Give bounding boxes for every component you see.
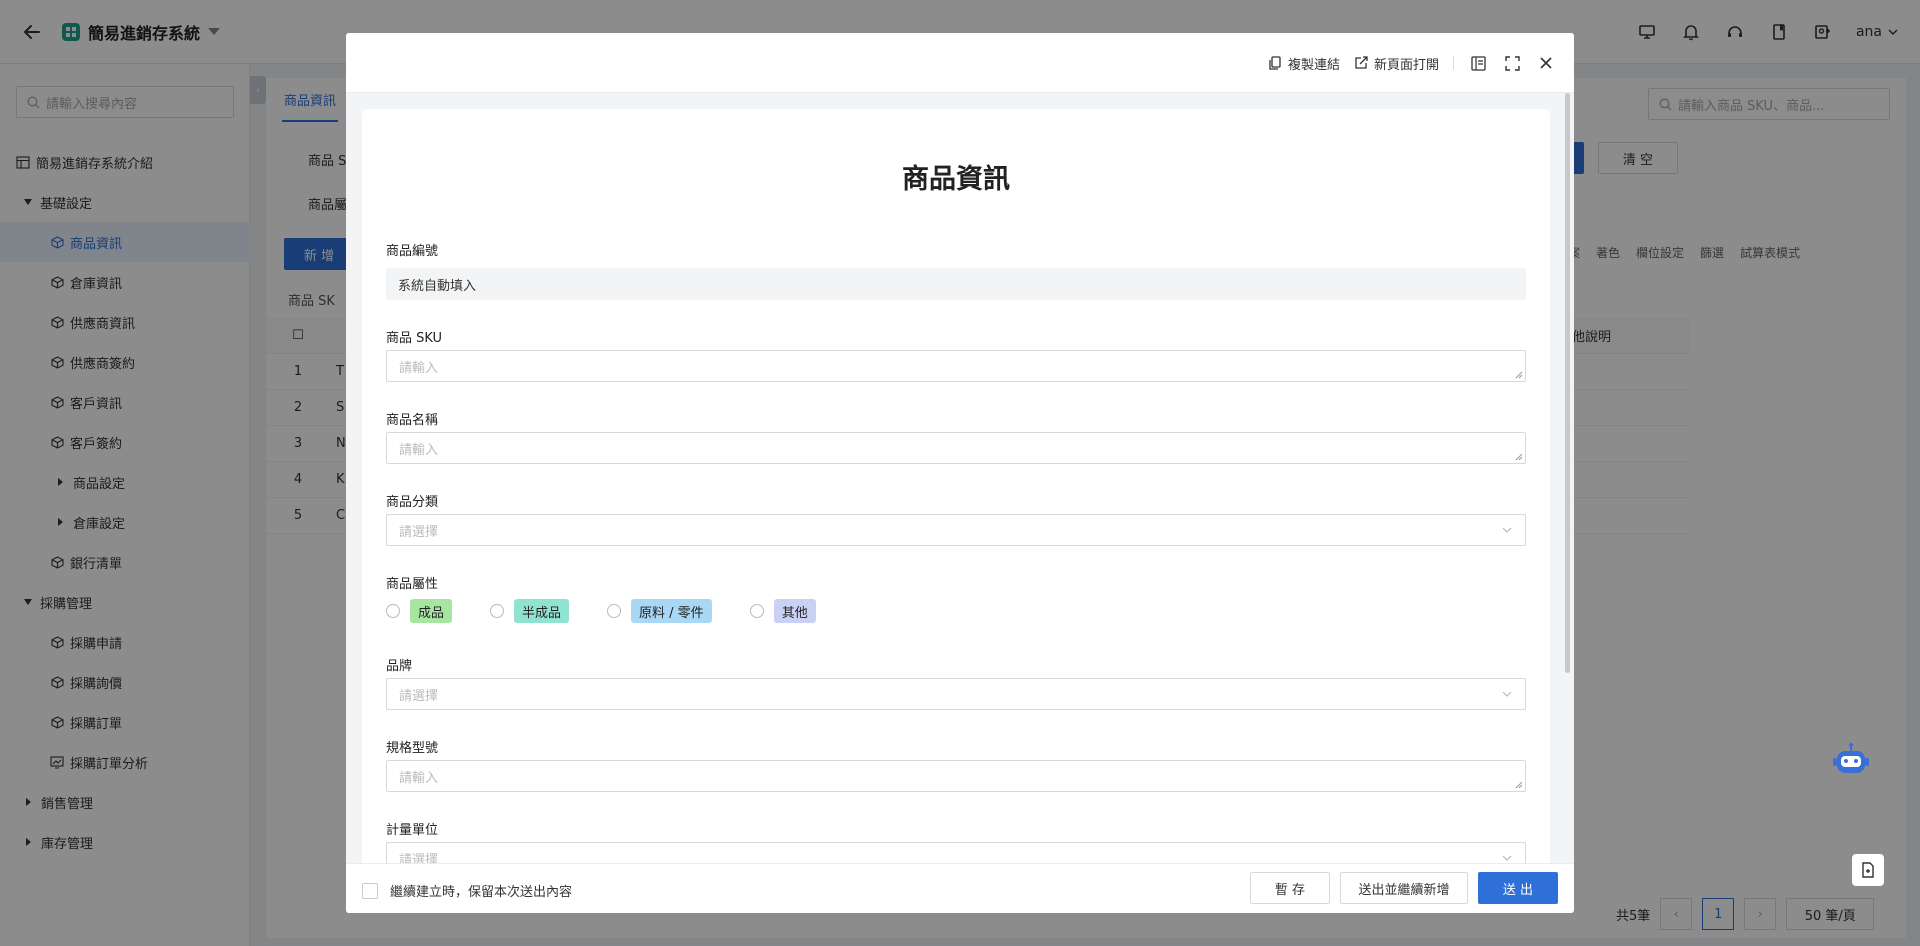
- category-select[interactable]: 請選擇: [386, 514, 1526, 546]
- product-info-modal: 複製連結 新頁面打開 商品資訊 商品編號 系統自動填入 商品 SKU 請輸入 商…: [346, 33, 1574, 913]
- attribute-option-finished[interactable]: 成品: [386, 599, 453, 623]
- field-label-category: 商品分類: [386, 495, 439, 510]
- submit-and-continue-button[interactable]: 送出並繼續新增: [1340, 872, 1468, 904]
- category-placeholder: 請選擇: [399, 524, 439, 540]
- radio-button[interactable]: [607, 604, 622, 618]
- attribute-tag: 其他: [773, 599, 816, 623]
- radio-button[interactable]: [749, 604, 764, 618]
- submit-button[interactable]: 送 出: [1478, 872, 1558, 904]
- field-label-unit: 計量單位: [386, 823, 439, 838]
- sku-placeholder: 請輸入: [399, 360, 439, 376]
- attribute-option-semi-finished[interactable]: 半成品: [490, 599, 570, 623]
- checkbox[interactable]: [362, 882, 378, 899]
- keep-content-checkbox[interactable]: 繼續建立時，保留本次送出內容: [362, 881, 572, 900]
- modal-scrollbar[interactable]: [1565, 93, 1570, 673]
- resize-grip-icon[interactable]: [1515, 371, 1523, 379]
- attribute-option-other[interactable]: 其他: [749, 599, 816, 623]
- side-panel-icon[interactable]: [1468, 53, 1488, 73]
- model-input[interactable]: 請輸入: [386, 760, 1526, 792]
- attribute-tag: 成品: [410, 599, 453, 623]
- field-label-model: 規格型號: [386, 741, 439, 756]
- radio-button[interactable]: [386, 604, 400, 618]
- document-icon[interactable]: [1852, 854, 1884, 886]
- sku-input[interactable]: 請輸入: [386, 350, 1526, 382]
- chevron-down-icon: [1502, 691, 1512, 697]
- modal-form: 商品資訊 商品編號 系統自動填入 商品 SKU 請輸入 商品名稱 請輸入 商品分…: [362, 109, 1550, 895]
- brand-select[interactable]: 請選擇: [386, 678, 1526, 710]
- attribute-tag: 半成品: [514, 599, 570, 623]
- fullscreen-icon[interactable]: [1502, 53, 1522, 73]
- product-code-field: 系統自動填入: [386, 268, 1526, 300]
- open-new-page-button[interactable]: 新頁面打開: [1354, 54, 1439, 73]
- modal-footer: 繼續建立時，保留本次送出內容 暫 存 送出並繼續新增 送 出: [346, 863, 1574, 913]
- field-label-name: 商品名稱: [386, 413, 439, 428]
- external-link-icon: [1355, 56, 1368, 69]
- open-new-page-label: 新頁面打開: [1373, 57, 1439, 73]
- attribute-option-raw-material[interactable]: 原料 / 零件: [607, 599, 712, 623]
- copy-link-label: 複製連結: [1287, 57, 1340, 73]
- save-draft-button[interactable]: 暫 存: [1250, 872, 1330, 904]
- product-name-placeholder: 請輸入: [399, 442, 439, 458]
- close-icon[interactable]: [1536, 53, 1556, 73]
- modal-header: 複製連結 新頁面打開: [346, 33, 1574, 93]
- model-placeholder: 請輸入: [399, 770, 439, 786]
- attribute-tag: 原料 / 零件: [631, 599, 712, 623]
- product-name-input[interactable]: 請輸入: [386, 432, 1526, 464]
- copy-link-button[interactable]: 複製連結: [1268, 54, 1340, 73]
- field-label-attribute: 商品屬性: [386, 577, 439, 592]
- field-label-sku: 商品 SKU: [386, 331, 443, 346]
- form-title: 商品資訊: [902, 164, 1010, 195]
- radio-button[interactable]: [490, 604, 505, 618]
- resize-grip-icon[interactable]: [1515, 781, 1523, 789]
- field-label-code: 商品編號: [386, 244, 439, 259]
- field-label-brand: 品牌: [386, 659, 413, 674]
- brand-placeholder: 請選擇: [399, 688, 439, 704]
- attribute-radio-group: 成品 半成品 原料 / 零件 其他: [386, 599, 854, 623]
- copy-icon: [1269, 56, 1281, 70]
- chevron-down-icon: [1502, 527, 1512, 533]
- resize-grip-icon[interactable]: [1515, 453, 1523, 461]
- header-divider: [1453, 56, 1454, 70]
- assistant-robot-icon[interactable]: [1830, 740, 1872, 782]
- keep-content-label: 繼續建立時，保留本次送出內容: [390, 885, 573, 900]
